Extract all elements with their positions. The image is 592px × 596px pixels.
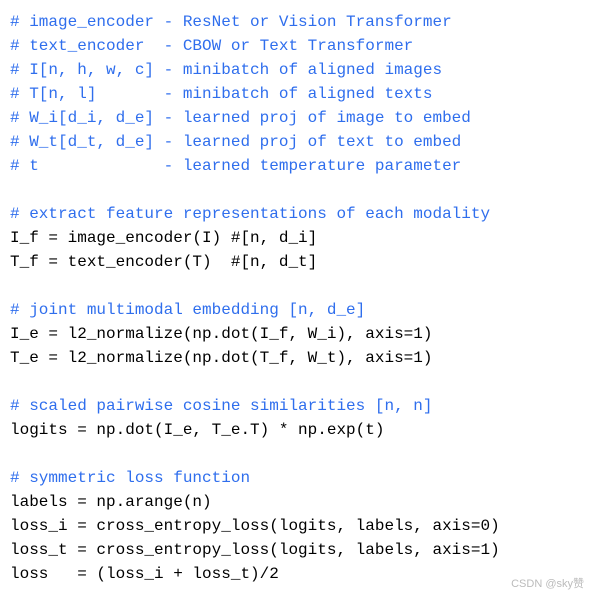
code-block: # image_encoder - ResNet or Vision Trans… [10, 10, 582, 586]
comment-line: # joint multimodal embedding [n, d_e] [10, 301, 365, 319]
comment-line: # text_encoder - CBOW or Text Transforme… [10, 37, 413, 55]
comment-line: # symmetric loss function [10, 469, 250, 487]
code-line: T_f = text_encoder(T) #[n, d_t] [10, 253, 317, 271]
code-line: loss_i = cross_entropy_loss(logits, labe… [10, 517, 500, 535]
comment-line: # extract feature representations of eac… [10, 205, 490, 223]
comment-line: # W_t[d_t, d_e] - learned proj of text t… [10, 133, 461, 151]
code-line: loss = (loss_i + loss_t)/2 [10, 565, 279, 583]
code-line: logits = np.dot(I_e, T_e.T) * np.exp(t) [10, 421, 384, 439]
comment-line: # W_i[d_i, d_e] - learned proj of image … [10, 109, 471, 127]
watermark: CSDN @sky赞 [511, 576, 584, 593]
code-line: T_e = l2_normalize(np.dot(T_f, W_t), axi… [10, 349, 432, 367]
comment-line: # image_encoder - ResNet or Vision Trans… [10, 13, 452, 31]
code-line: I_e = l2_normalize(np.dot(I_f, W_i), axi… [10, 325, 432, 343]
code-line: labels = np.arange(n) [10, 493, 212, 511]
comment-line: # I[n, h, w, c] - minibatch of aligned i… [10, 61, 442, 79]
comment-line: # T[n, l] - minibatch of aligned texts [10, 85, 432, 103]
comment-line: # t - learned temperature parameter [10, 157, 461, 175]
comment-line: # scaled pairwise cosine similarities [n… [10, 397, 432, 415]
code-line: loss_t = cross_entropy_loss(logits, labe… [10, 541, 500, 559]
code-line: I_f = image_encoder(I) #[n, d_i] [10, 229, 317, 247]
